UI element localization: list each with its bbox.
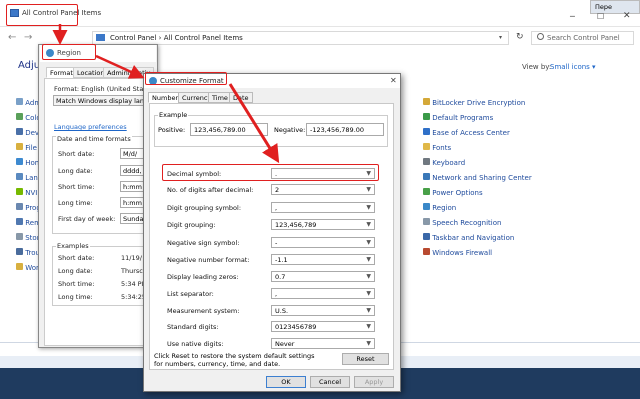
annotation-arrows	[52, 24, 280, 164]
arrow-region-to-customize	[95, 54, 145, 79]
arrow-customize-to-decimal	[228, 83, 280, 164]
